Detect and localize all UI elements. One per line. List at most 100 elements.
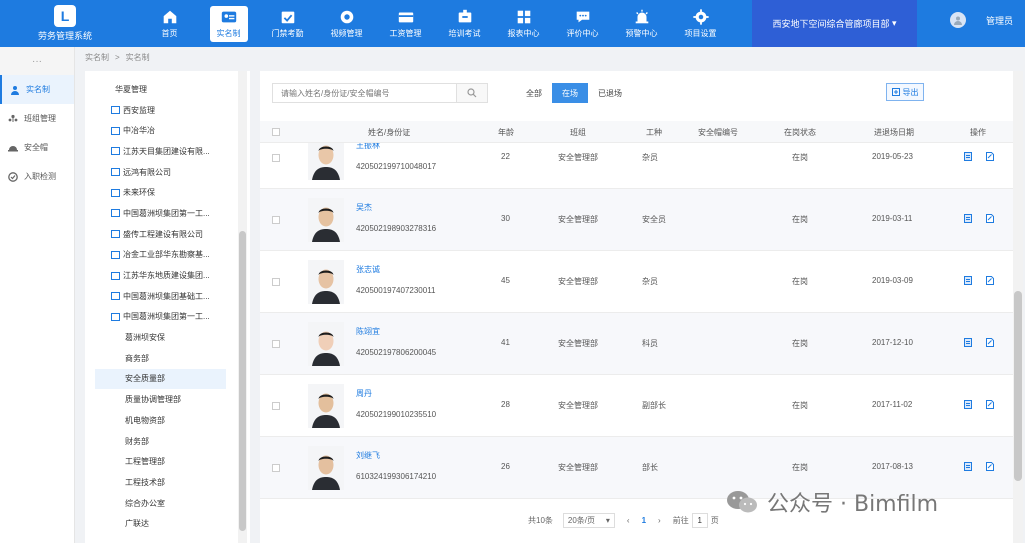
worker-name[interactable]: 陈翊宜: [356, 326, 380, 337]
tree-org-item[interactable]: 盛传工程建设有限公司: [85, 224, 250, 245]
view-icon[interactable]: [964, 152, 972, 161]
worker-status: 在岗: [792, 339, 808, 348]
tree-dept-item[interactable]: 综合办公室: [85, 493, 250, 514]
tree-org-item[interactable]: 中国葛洲坝集团第一工...: [85, 203, 250, 224]
row-checkbox[interactable]: [272, 278, 280, 288]
breadcrumb-item[interactable]: 实名制: [85, 52, 109, 63]
nav-training[interactable]: 培训考试: [435, 0, 494, 47]
edit-icon[interactable]: [986, 276, 994, 285]
row-checkbox[interactable]: [272, 464, 280, 474]
view-icon[interactable]: [964, 214, 972, 223]
nav-settings[interactable]: 项目设置: [671, 0, 730, 47]
worker-age: 41: [501, 338, 510, 347]
worker-name[interactable]: 吴杰: [356, 202, 372, 213]
edit-icon[interactable]: [986, 400, 994, 409]
project-name: 西安地下空间综合管廊项目部: [772, 19, 890, 29]
row-checkbox[interactable]: [272, 154, 280, 164]
worker-name[interactable]: 王振林: [356, 143, 380, 151]
worker-name[interactable]: 刘继飞: [356, 450, 380, 461]
sidebar-item-entry-check[interactable]: 入职检测: [0, 162, 74, 191]
row-checkbox[interactable]: [272, 216, 280, 226]
table-row[interactable]: 张志诚 420500197407230011 45 安全管理部 杂员 在岗 2019-03-…: [260, 251, 1015, 313]
edit-icon[interactable]: [986, 214, 994, 223]
tree-dept-item[interactable]: 工程管理部: [85, 451, 250, 472]
tree-org-item[interactable]: 中国葛洲坝集团基础工...: [85, 286, 250, 307]
col-entry-date[interactable]: 进退场日期: [874, 127, 914, 138]
app-logo[interactable]: L 劳务管理系统: [0, 0, 130, 47]
nav-salary[interactable]: 工资管理: [376, 0, 435, 47]
tree-root[interactable]: 华夏管理: [85, 79, 250, 100]
nav-attendance[interactable]: 门禁考勤: [258, 0, 317, 47]
select-all-checkbox[interactable]: [272, 128, 280, 138]
sidebar-item-realname[interactable]: 实名制: [0, 75, 74, 104]
table-row[interactable]: 周丹 420502199010235510 28 安全管理部 副部长 在岗 2017-11-…: [260, 375, 1015, 437]
page-scroll-thumb[interactable]: [1014, 291, 1022, 481]
tree-org-item[interactable]: 远鸿有限公司: [85, 162, 250, 183]
edit-icon[interactable]: [986, 338, 994, 347]
col-age[interactable]: 年龄: [498, 127, 514, 138]
tree-org-item[interactable]: 江苏华东地质建设集团...: [85, 265, 250, 286]
page-size-select[interactable]: 20条/页 ▾: [562, 512, 615, 528]
tree-dept-item[interactable]: 质量协调管理部: [85, 389, 250, 410]
row-checkbox[interactable]: [272, 402, 280, 412]
nav-report[interactable]: 报表中心: [494, 0, 553, 47]
page-number-current[interactable]: 1: [642, 516, 646, 525]
tree-org-item[interactable]: 未来环保: [85, 182, 250, 203]
export-button[interactable]: 导出: [886, 83, 924, 101]
export-label: 导出: [902, 87, 919, 97]
page-scrollbar[interactable]: [1013, 71, 1023, 543]
view-icon[interactable]: [964, 400, 972, 409]
tree-scroll-thumb[interactable]: [239, 231, 246, 531]
tree-org-item[interactable]: 中冶华冶: [85, 120, 250, 141]
table-row[interactable]: 吴杰 420502198903278316 30 安全管理部 安全员 在岗 2019-03-…: [260, 189, 1015, 251]
view-icon[interactable]: [964, 276, 972, 285]
col-trade[interactable]: 工种: [646, 127, 662, 138]
tree-scrollbar[interactable]: [238, 71, 247, 543]
user-menu[interactable]: 管理员: [950, 12, 1013, 28]
nav-video[interactable]: 视频管理: [317, 0, 376, 47]
col-team[interactable]: 班组: [570, 127, 586, 138]
breadcrumb: 实名制 > 实名制: [85, 52, 150, 63]
collapse-menu-button[interactable]: ···: [0, 47, 74, 75]
edit-icon[interactable]: [986, 462, 994, 471]
search-button[interactable]: [456, 83, 488, 103]
nav-evaluation[interactable]: 评价中心: [553, 0, 612, 47]
tree-org-item[interactable]: 西安监理: [85, 100, 250, 121]
filter-onsite[interactable]: 在场: [552, 83, 588, 103]
view-icon[interactable]: [964, 462, 972, 471]
nav-realname[interactable]: 实名制: [199, 0, 258, 47]
project-dropdown[interactable]: 西安地下空间综合管廊项目部 ▾: [752, 0, 917, 47]
tree-dept-item[interactable]: 广联达: [85, 513, 250, 534]
tree-label: 质量协调管理部: [125, 395, 181, 405]
filter-exited[interactable]: 已退场: [588, 83, 632, 103]
col-name-id[interactable]: 姓名/身份证: [368, 127, 410, 138]
table-row[interactable]: 王振林 420502199710048017 22 安全管理部 杂员 在岗 2019-05-…: [260, 143, 1015, 189]
tree-org-item[interactable]: 中国葛洲坝集团第一工...: [85, 307, 250, 328]
tree-dept-item[interactable]: 财务部: [85, 431, 250, 452]
tree-dept-item[interactable]: 安全质量部: [95, 368, 226, 390]
worker-name[interactable]: 张志诚: [356, 264, 380, 275]
nav-home[interactable]: 首页: [140, 0, 199, 47]
search-input[interactable]: [272, 83, 457, 103]
nav-alarm[interactable]: 预警中心: [612, 0, 671, 47]
worker-name[interactable]: 周丹: [356, 388, 372, 399]
tree-dept-item[interactable]: 葛洲坝安保: [85, 327, 250, 348]
table-row[interactable]: 陈翊宜 420502197806200045 41 安全管理部 科员 在岗 2017-12-…: [260, 313, 1015, 375]
row-checkbox[interactable]: [272, 340, 280, 350]
tree-dept-item[interactable]: 工程技术部: [85, 472, 250, 493]
edit-icon[interactable]: [986, 152, 994, 161]
sidebar-item-helmet[interactable]: 安全帽: [0, 133, 74, 162]
col-helmet[interactable]: 安全帽编号: [698, 127, 738, 138]
goto-page-input[interactable]: 1: [691, 512, 708, 528]
tree-dept-item[interactable]: 商务部: [85, 348, 250, 369]
col-status[interactable]: 在岗状态: [784, 127, 816, 138]
next-page-button[interactable]: ›: [658, 516, 661, 525]
filter-all[interactable]: 全部: [516, 83, 552, 103]
tree-org-item[interactable]: 江苏天目集团建设有限...: [85, 141, 250, 162]
nav-label: 培训考试: [448, 29, 481, 38]
tree-dept-item[interactable]: 机电物资部: [85, 410, 250, 431]
sidebar-item-team[interactable]: 班组管理: [0, 104, 74, 133]
prev-page-button[interactable]: ‹: [627, 516, 630, 525]
view-icon[interactable]: [964, 338, 972, 347]
tree-org-item[interactable]: 冶金工业部华东勘察基...: [85, 245, 250, 266]
